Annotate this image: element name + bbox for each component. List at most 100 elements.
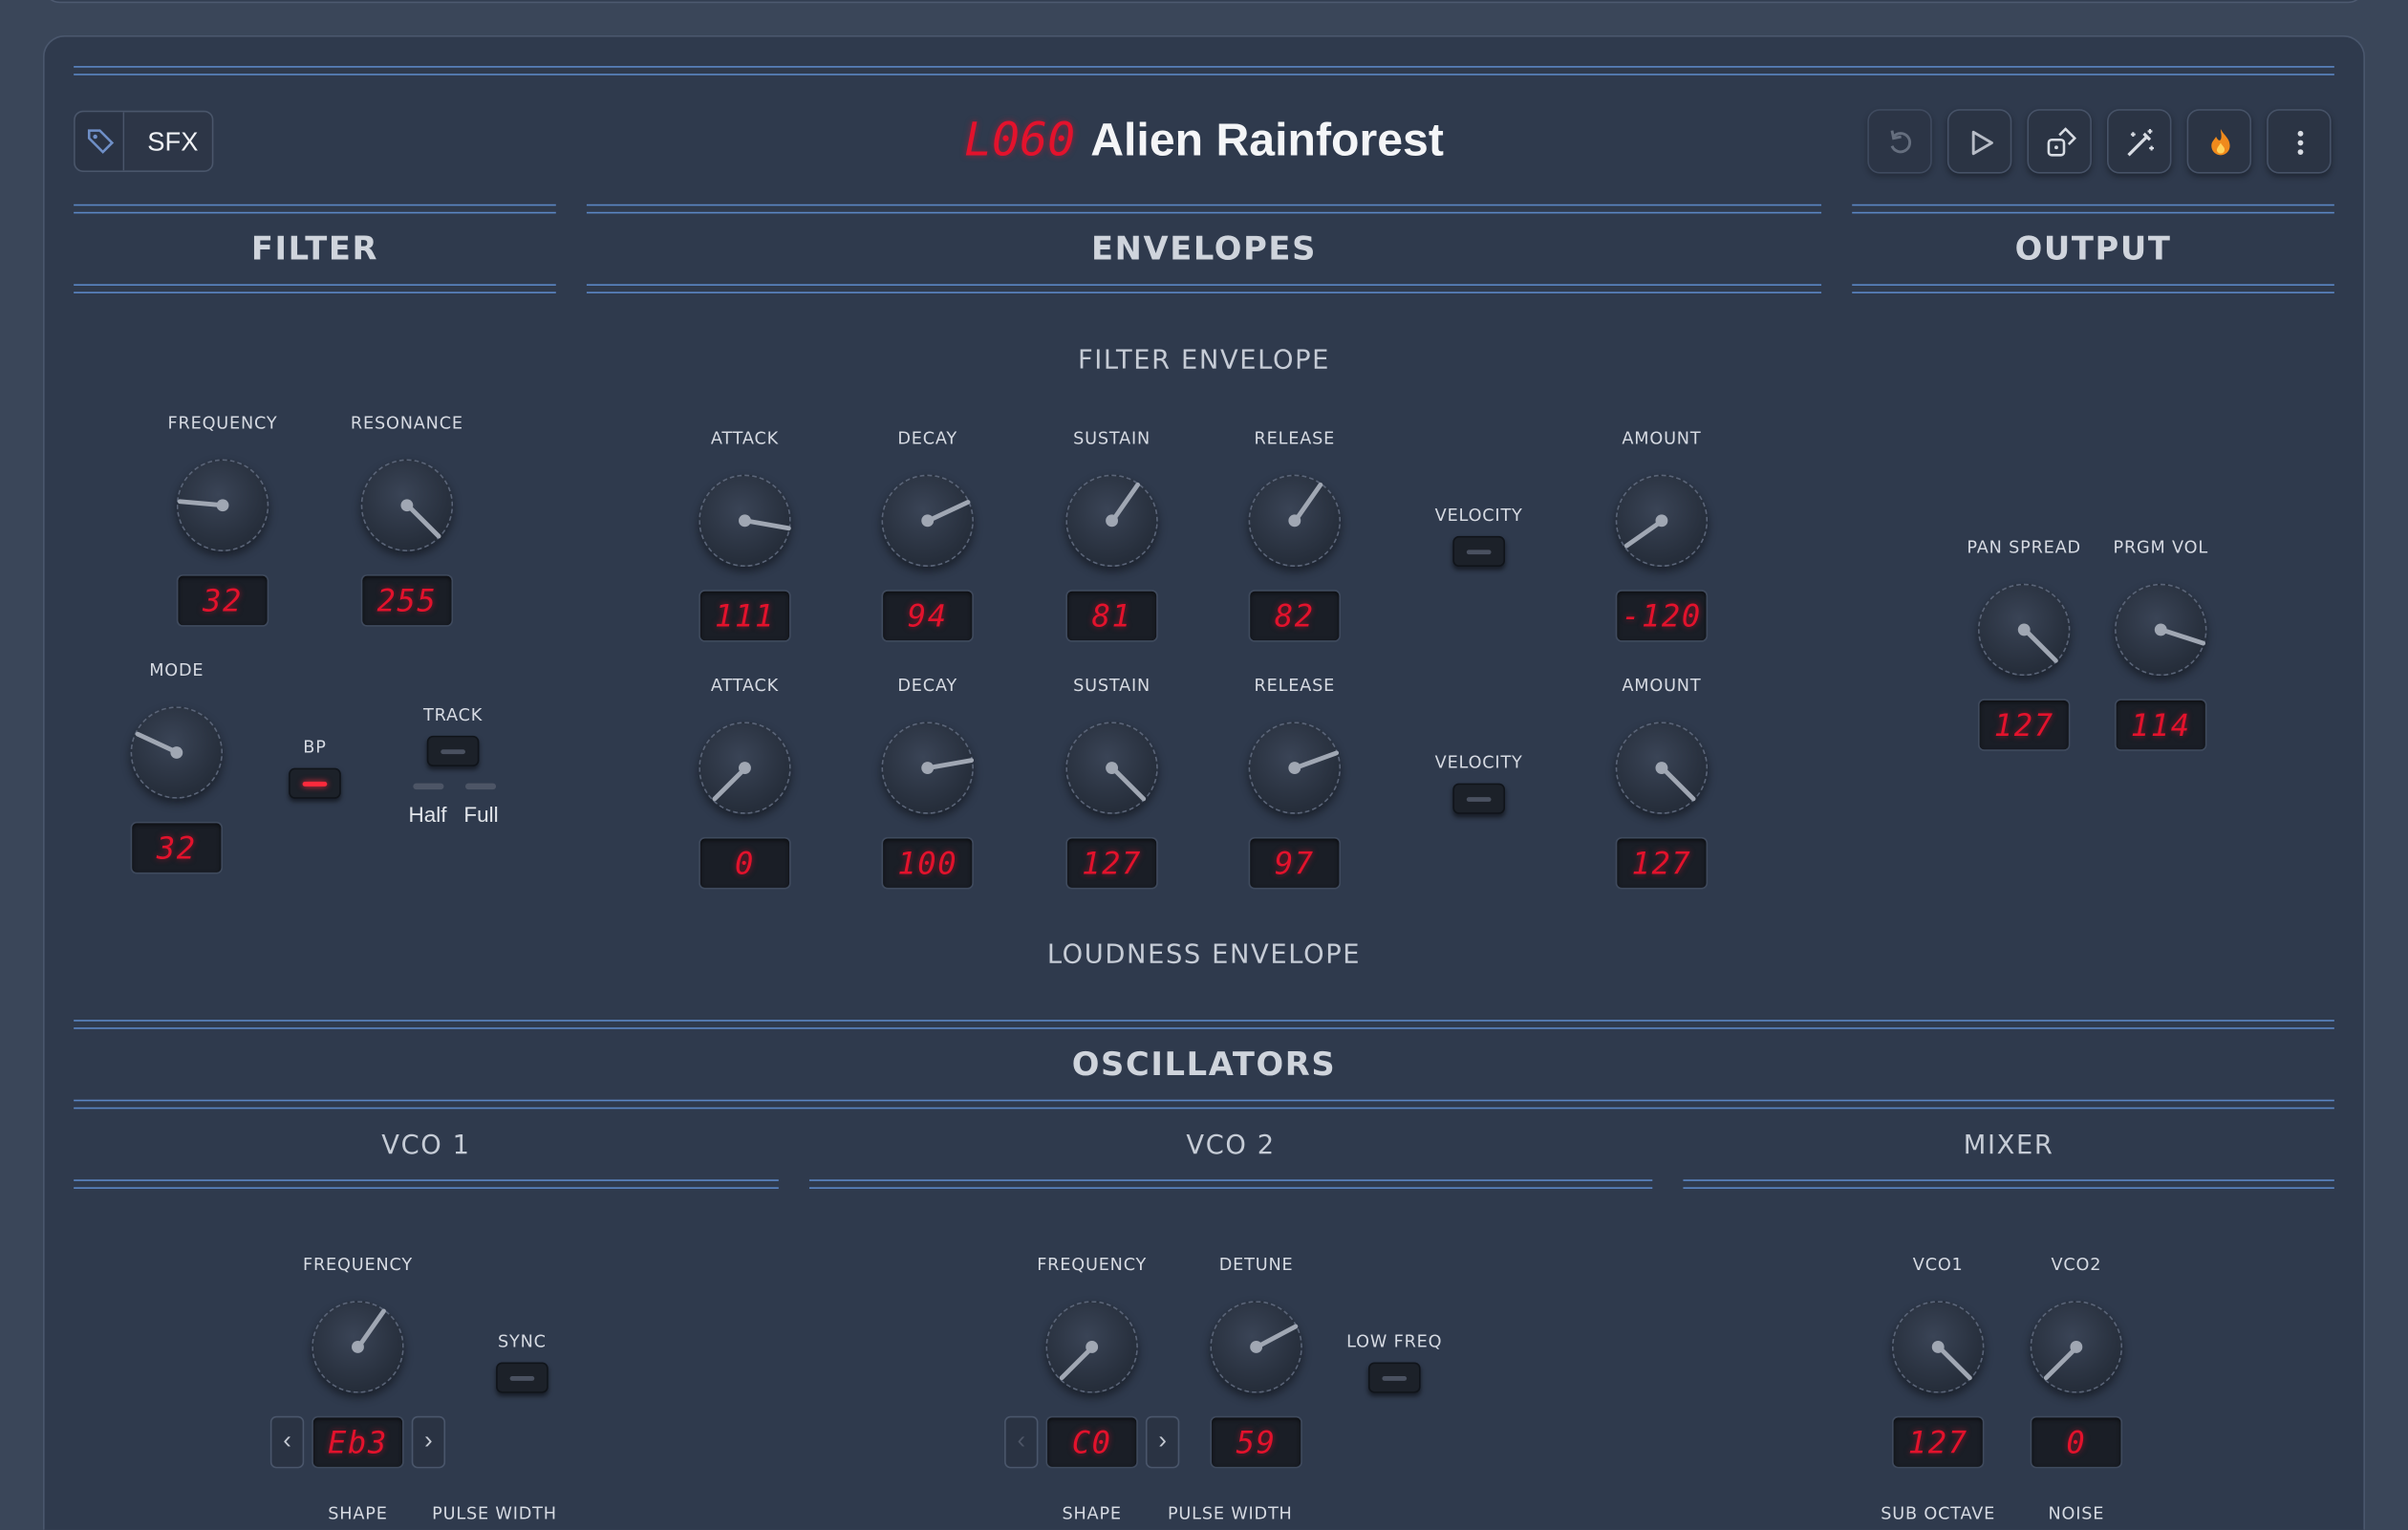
- mixer-title: MIXER: [1963, 1130, 2054, 1162]
- filter-mode-display: 32: [130, 821, 224, 874]
- fenv-amount-display: -120: [1615, 590, 1709, 642]
- mixer-vco2-knob[interactable]: [2030, 1301, 2123, 1393]
- lenv-attack-knob[interactable]: [699, 722, 791, 814]
- filter-envelope-title: FILTER ENVELOPE: [1077, 345, 1331, 377]
- loudness-envelope-title: LOUDNESS ENVELOPE: [1046, 939, 1362, 971]
- fenv-release-display: 82: [1248, 590, 1342, 642]
- fenv-attack-knob[interactable]: [699, 474, 791, 568]
- fenv-decay-display: 94: [881, 590, 974, 642]
- pan-spread-knob[interactable]: [1978, 583, 2071, 677]
- track-full-label: Full: [463, 801, 499, 827]
- noise-label: NOISE: [2048, 1503, 2105, 1524]
- fenv-sustain-label: SUSTAIN: [1073, 428, 1151, 449]
- mixer-vco2-display: 0: [2030, 1415, 2123, 1469]
- envelopes-bottom-line: [586, 284, 1822, 293]
- patch-number: L060: [964, 113, 1076, 168]
- oscillators-top-line: [74, 1020, 2334, 1029]
- fenv-amount-label: AMOUNT: [1622, 428, 1702, 449]
- fenv-decay-label: DECAY: [897, 428, 958, 449]
- filter-bottom-line: [74, 284, 556, 293]
- filter-resonance-label: RESONANCE: [350, 413, 463, 434]
- play-icon: [1971, 130, 1993, 156]
- vco1-prev-button[interactable]: ‹: [269, 1415, 305, 1469]
- vco2-frequency-knob[interactable]: [1045, 1301, 1138, 1393]
- mixer-vco1-display: 127: [1892, 1415, 1985, 1469]
- lenv-attack-display: 0: [699, 836, 791, 890]
- output-top-line: [1852, 204, 2334, 214]
- lenv-sustain-display: 127: [1065, 836, 1158, 890]
- fenv-attack-display: 111: [699, 590, 791, 642]
- fenv-velocity-label: VELOCITY: [1434, 505, 1523, 526]
- filter-resonance-knob[interactable]: [360, 459, 454, 551]
- track-label: TRACK: [423, 704, 484, 725]
- bp-switch[interactable]: [289, 767, 341, 799]
- fire-button[interactable]: [2186, 109, 2252, 174]
- fenv-sustain-display: 81: [1065, 590, 1158, 642]
- vco2-line: [808, 1179, 1653, 1189]
- mixer-line: [1683, 1179, 2334, 1189]
- lenv-sustain-knob[interactable]: [1065, 722, 1158, 814]
- filter-frequency-label: FREQUENCY: [167, 413, 278, 434]
- mixer-vco2-label: VCO2: [2051, 1255, 2102, 1275]
- low-freq-switch[interactable]: [1367, 1362, 1421, 1393]
- filter-mode-knob[interactable]: [130, 706, 224, 799]
- program-volume-label: PRGM VOL: [2113, 537, 2208, 558]
- filter-mode-label: MODE: [149, 660, 204, 680]
- pan-spread-display: 127: [1978, 699, 2071, 751]
- program-volume-display: 114: [2115, 699, 2207, 751]
- patch-title: L060 Alien Rainforest: [799, 111, 1610, 172]
- output-section-title: OUTPUT: [2014, 230, 2172, 268]
- lenv-decay-knob[interactable]: [881, 722, 974, 814]
- lenv-amount-knob[interactable]: [1615, 722, 1709, 814]
- program-volume-knob[interactable]: [2115, 583, 2207, 677]
- top-panel-edge: [43, 0, 2366, 4]
- fenv-amount-knob[interactable]: [1615, 474, 1709, 568]
- lenv-velocity-label: VELOCITY: [1434, 752, 1523, 773]
- play-button[interactable]: [1946, 109, 2012, 174]
- track-switch[interactable]: [426, 735, 480, 766]
- filter-resonance-display: 255: [360, 574, 454, 627]
- category-tag[interactable]: SFX: [74, 110, 214, 173]
- track-half-label: Half: [408, 801, 447, 827]
- sync-label: SYNC: [498, 1331, 547, 1352]
- lenv-amount-display: 127: [1615, 836, 1709, 890]
- vco1-frequency-knob[interactable]: [312, 1301, 404, 1393]
- fenv-sustain-knob[interactable]: [1065, 474, 1158, 568]
- patch-name: Alien Rainforest: [1090, 115, 1444, 166]
- lenv-release-display: 97: [1248, 836, 1342, 890]
- detune-display: 59: [1210, 1415, 1302, 1469]
- track-half-indicator: [413, 783, 444, 790]
- detune-label: DETUNE: [1218, 1255, 1294, 1275]
- lenv-amount-label: AMOUNT: [1622, 676, 1702, 697]
- vco1-title: VCO 1: [381, 1130, 471, 1162]
- lenv-sustain-label: SUSTAIN: [1073, 676, 1151, 697]
- fire-icon: [2211, 129, 2230, 156]
- vco2-pulse-width-label: PULSE WIDTH: [1167, 1503, 1293, 1524]
- vco1-pulse-width-label: PULSE WIDTH: [432, 1503, 557, 1524]
- mixer-vco1-knob[interactable]: [1892, 1301, 1985, 1393]
- vco1-note-display: Eb3: [312, 1415, 404, 1469]
- filter-frequency-knob[interactable]: [176, 459, 269, 551]
- vco1-next-button[interactable]: ›: [411, 1415, 446, 1469]
- fenv-release-knob[interactable]: [1248, 474, 1342, 568]
- oscillators-bottom-line: [74, 1099, 2334, 1110]
- vco2-prev-button[interactable]: ‹: [1004, 1415, 1039, 1469]
- randomize-button[interactable]: [2027, 109, 2092, 174]
- fenv-attack-label: ATTACK: [710, 428, 780, 449]
- undo-icon: [1890, 130, 1912, 154]
- magic-button[interactable]: [2107, 109, 2172, 174]
- lenv-velocity-switch[interactable]: [1452, 783, 1506, 814]
- more-button[interactable]: [2267, 109, 2332, 174]
- synth-editor: SFX L060 Alien Rainforest FILTER ENVELOPE…: [0, 0, 2408, 1530]
- fenv-decay-knob[interactable]: [881, 474, 974, 568]
- vco2-next-button[interactable]: ›: [1145, 1415, 1180, 1469]
- detune-knob[interactable]: [1210, 1301, 1302, 1393]
- filter-top-line: [74, 204, 556, 214]
- vco2-note-display: C0: [1045, 1415, 1138, 1469]
- fenv-velocity-switch[interactable]: [1452, 535, 1506, 568]
- undo-button[interactable]: [1867, 109, 1932, 174]
- lenv-release-knob[interactable]: [1248, 722, 1342, 814]
- more-vertical-icon: [2297, 130, 2304, 156]
- oscillators-section-title: OSCILLATORS: [1071, 1045, 1337, 1084]
- sync-switch[interactable]: [496, 1362, 548, 1393]
